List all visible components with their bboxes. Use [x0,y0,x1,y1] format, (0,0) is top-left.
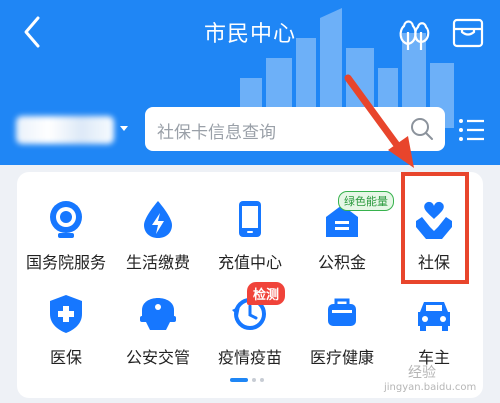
blurred-city-name [16,116,114,144]
page-dot [252,378,256,382]
utility-payment-icon [144,201,172,238]
grid-item-state-council[interactable]: 国务院服务 [22,197,110,273]
grid-item-car-owner[interactable]: 车主 [390,292,478,368]
grid-item-police-traffic[interactable]: 公安交管 [114,292,202,368]
city-selector[interactable] [16,112,128,146]
grid-item-recharge[interactable]: 充值中心 [206,197,294,273]
search-icon[interactable] [409,116,435,142]
grid-item-label: 充值中心 [217,253,282,272]
grid-item-label: 疫情疫苗 [217,348,282,367]
page-dot [260,378,264,382]
testing-badge: 检测 [247,282,286,305]
police-traffic-icon [140,298,176,330]
grid-item-medical-health[interactable]: 医疗健康 [298,292,386,368]
car-owner-icon [418,302,450,331]
list-menu-icon[interactable] [458,117,486,143]
watermark-url: jingyan.baidu.com [384,382,477,393]
medical-health-icon [328,298,356,326]
search-bar[interactable]: 社保卡信息查询 [145,107,445,151]
watermark-text: 经验 [408,365,436,381]
card-wallet-icon[interactable] [451,16,485,50]
tree-icon[interactable] [395,14,433,52]
state-council-icon [50,201,82,238]
phone-recharge-icon [239,201,261,237]
grid-item-medical-insurance[interactable]: 医保 [22,292,110,368]
grid-item-label: 生活缴费 [125,253,190,272]
green-energy-badge: 绿色能量 [338,191,394,211]
chevron-down-icon [120,126,128,131]
grid-item-label: 医保 [49,348,82,367]
watermark: 经验 jingyan.baidu.com [382,360,500,400]
grid-item-label: 国务院服务 [25,253,106,272]
page-indicator [230,378,270,384]
header-bar: 市民中心 社保卡信息查询 [0,0,500,165]
grid-item-label: 公积金 [317,253,366,272]
search-placeholder: 社保卡信息查询 [157,123,276,143]
grid-item-utility-payment[interactable]: 生活缴费 [114,197,202,273]
grid-item-label: 公安交管 [125,348,190,367]
medical-insurance-icon [50,295,82,333]
annotation-highlight-box [401,172,469,284]
grid-item-label: 医疗健康 [309,348,374,367]
page-dot-active [230,378,248,382]
